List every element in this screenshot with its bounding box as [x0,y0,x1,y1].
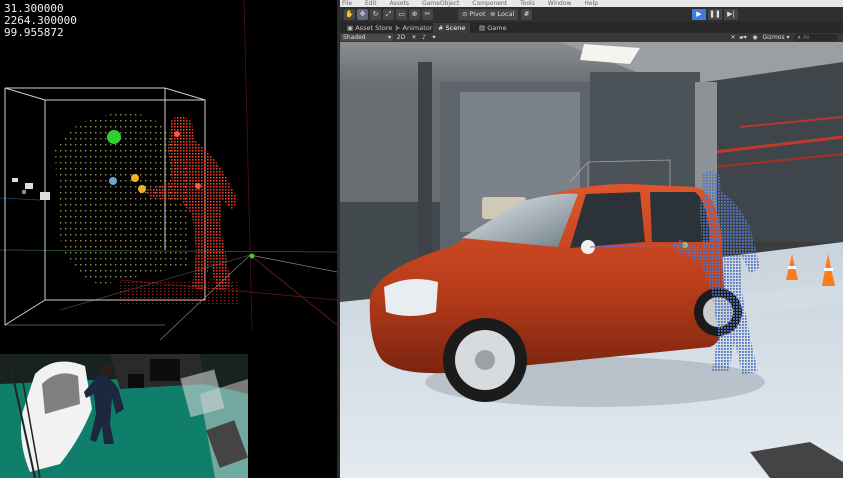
menu-file[interactable]: File [340,0,352,7]
menu-tools[interactable]: Tools [518,0,535,7]
yellow-marker-1 [131,174,139,182]
menu-window[interactable]: Window [546,0,572,7]
menu-component[interactable]: Component [470,0,507,7]
game-icon: ▤ [479,24,486,32]
point-cloud-canvas[interactable] [0,0,337,354]
pause-button[interactable]: ❚❚ [708,9,722,20]
effects-icon[interactable]: ✦ [430,34,438,41]
gizmos-label: Gizmos [762,34,785,41]
menu-edit[interactable]: Edit [363,0,377,7]
shading-mode-value: Shaded [343,34,366,41]
grid-snap-icon[interactable]: # [521,9,532,20]
visibility-icon[interactable]: ◉ [751,34,759,41]
audio-icon[interactable]: ♪ [420,34,428,41]
menu-help[interactable]: Help [582,0,598,7]
local-toggle[interactable]: ⊚ Local [486,9,519,20]
empty-area [248,354,337,478]
transform-tool-icon[interactable]: ⊕ [409,9,420,20]
scene-icon: # [438,24,444,32]
gizmos-dropdown[interactable]: Gizmos ▾ [761,34,791,41]
store-icon: ▣ [347,24,354,32]
green-marker [107,130,121,144]
tab-game[interactable]: ▤ Game [474,23,512,33]
pivot-icon: ⊙ [462,10,468,18]
shading-mode-dropdown[interactable]: Shaded ▾ [341,34,393,41]
blue-marker [109,177,117,185]
chevron-down-icon: ▾ [387,34,391,41]
camera-feed-image [0,354,248,478]
pivot-toggle[interactable]: ⊙ Pivot [458,9,490,20]
tab-asset-store-label: Asset Store [355,24,393,32]
2d-toggle[interactable]: 2D [396,34,406,41]
local-label: Local [497,10,515,18]
camera-icon[interactable]: ▰▾ [738,34,748,41]
coordinate-readout: 31.300000 2264.300000 99.955872 [4,3,77,39]
screen-root: 31.300000 2264.300000 99.955872 File Edi… [0,0,843,478]
step-button[interactable]: ▶| [724,9,738,20]
custom-tool-icon[interactable]: ✂ [422,9,433,20]
tab-animator-label: Animator [402,24,433,32]
point-cloud-viewer[interactable]: 31.300000 2264.300000 99.955872 [0,0,337,354]
tab-game-label: Game [487,24,507,32]
play-button[interactable]: ▶ [692,9,706,20]
origin-marker [249,253,255,259]
scene-view[interactable] [340,42,843,478]
tools-icon[interactable]: ✕ [729,34,737,41]
readout-line-3: 99.955872 [4,26,64,39]
animator-icon: ⊱ [395,24,401,32]
pivot-label: Pivot [469,10,486,18]
red-marker-2 [195,183,201,189]
search-icon: ⌕ [797,34,801,41]
scene-render [340,42,843,478]
menu-assets[interactable]: Assets [388,0,410,7]
camera-feed [0,354,248,478]
rotate-tool-icon[interactable]: ↻ [370,9,381,20]
lighting-icon[interactable]: ☀ [410,34,418,41]
scale-tool-icon[interactable]: ⤢ [383,9,394,20]
main-toolbar: ✋ ✥ ↻ ⤢ ▭ ⊕ ✂ ⊙ Pivot ⊚ Local # ▶ ❚❚ ▶| [340,7,843,22]
stray-points [12,178,50,200]
tab-scene-label: Scene [445,24,466,32]
unity-editor: File Edit Assets GameObject Component To… [340,0,843,478]
rect-tool-icon[interactable]: ▭ [396,9,407,20]
menu-bar: File Edit Assets GameObject Component To… [340,0,843,7]
red-marker-1 [174,131,180,137]
yellow-marker-2 [138,185,146,193]
move-tool-icon[interactable]: ✥ [357,9,368,20]
tab-animator[interactable]: ⊱ Animator [390,23,437,33]
tab-scene[interactable]: # Scene [433,23,471,33]
menu-gameobject[interactable]: GameObject [420,0,459,7]
local-icon: ⊚ [490,10,496,18]
hand-tool-icon[interactable]: ✋ [344,9,355,20]
editor-tab-strip: ▣ Asset Store ⊱ Animator # Scene ▤ Game [340,22,843,33]
scene-toolbar: Shaded ▾ 2D ☀ ♪ ✦ ✕ ▰▾ ◉ Gizmos ▾ ⌕ [340,33,843,42]
tab-asset-store[interactable]: ▣ Asset Store [342,23,397,33]
